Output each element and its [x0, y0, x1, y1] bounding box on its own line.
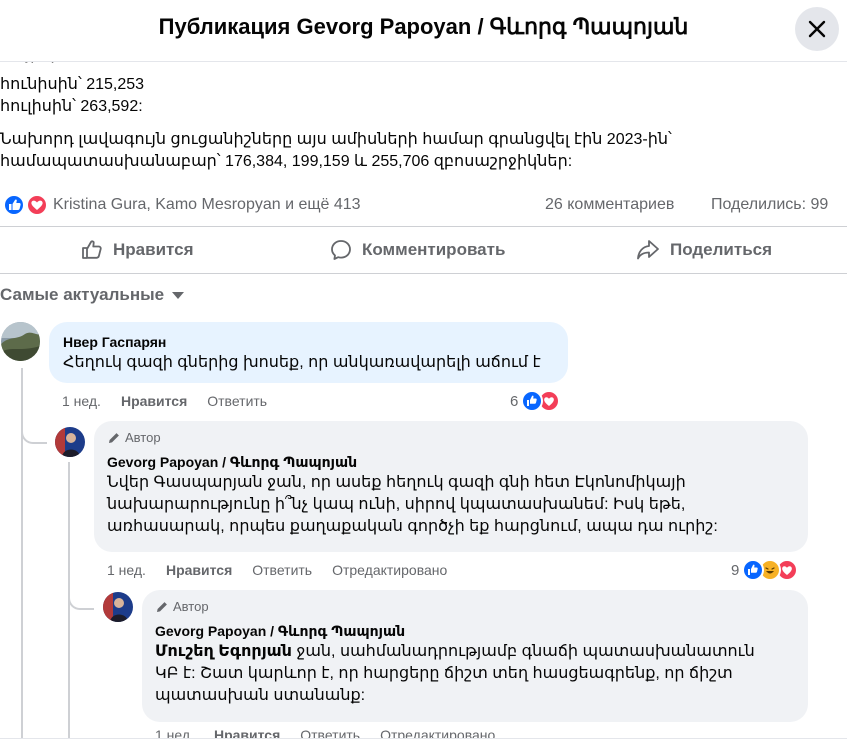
close-button[interactable] [795, 7, 839, 51]
comments-count-link[interactable]: 26 комментариев [545, 196, 674, 214]
thread-line [21, 414, 47, 444]
thread-line [68, 580, 94, 610]
comment-meta: 1 нед. Нравится Ответить Отредактировано [107, 562, 467, 578]
pencil-icon [109, 432, 119, 443]
chevron-down-icon [172, 291, 185, 299]
post-body: մայիսին՝ 193,651 հունիսին՝ 215,253 հուլի… [0, 56, 847, 173]
like-reaction-icon [742, 559, 765, 581]
like-icon [82, 240, 102, 259]
divider [0, 226, 847, 227]
sort-label: Самые актуальные [0, 285, 165, 304]
comment-text-line: պատասխան ստանանք: [155, 687, 366, 704]
mention-link[interactable]: Մուշեղ Եգորյան [155, 643, 292, 660]
like-button[interactable]: Нравится [80, 228, 194, 272]
shares-count-link[interactable]: Поделились: 99 [711, 196, 828, 214]
post-text-line: համապատասխանաբար՝ 176,384, 199,159 և 255… [0, 153, 573, 170]
share-button[interactable]: Поделиться [635, 228, 772, 272]
dialog-title: Публикация Gevorg Papoyan / Գևորգ Պապոյա… [158, 14, 689, 39]
comment-icon [331, 240, 351, 260]
reaction-count: 9 [731, 561, 740, 579]
comment-text-line: նախարարությունը ի՞նչ կապ ունի, սիրով կպա… [107, 496, 686, 513]
author-badge-label: Автор [173, 599, 209, 614]
dialog-header: Публикация Gevorg Papoyan / Գևորգ Պապոյա… [0, 0, 847, 62]
comment-text-line: ԿԲ է: Շատ կարևոր է, որ հարցերը ճիշտ տեղ … [155, 665, 733, 682]
comment-like-button[interactable]: Нравится [166, 562, 232, 578]
share-icon [637, 240, 659, 260]
comment-text-line: Մուշեղ Եգորյան ջան, սահմանադրությամբ գնա… [155, 641, 795, 663]
comment-text: Հեղուկ գազի գներից խոսեք, որ անկառավարել… [63, 354, 541, 371]
author-badge: Автор [107, 430, 795, 445]
comment-author[interactable]: Нвер Гаспарян [63, 334, 554, 350]
reactions-summary: Kristina Gura, Kamo Mesropyan и ещё 413 … [0, 193, 847, 217]
bottom-edge [0, 738, 847, 747]
divider [0, 273, 847, 274]
comment-label: Комментировать [362, 240, 506, 259]
pencil-icon [157, 601, 167, 612]
share-label: Поделиться [670, 240, 773, 259]
like-label: Нравится [113, 240, 194, 259]
comment-time[interactable]: 1 нед. [107, 562, 146, 578]
comment-bubble: Автор Gevorg Papoyan / Գևորգ Պապոյան Մու… [142, 590, 808, 722]
reaction-icons[interactable] [2, 194, 48, 216]
comment-author[interactable]: Gevorg Papoyan / Գևորգ Պապոյան [155, 623, 795, 640]
reactors-link[interactable]: Kristina Gura, Kamo Mesropyan и ещё 413 [53, 196, 361, 214]
comment-text-line: Նվեր Գասպարյան ջան, որ ասեք հեղուկ գազի … [107, 474, 686, 491]
author-avatar[interactable] [103, 592, 133, 622]
comment-meta: 1 нед. Нравится Ответить [62, 393, 287, 409]
author-badge-label: Автор [125, 430, 161, 445]
comment-reactions[interactable]: 6 [510, 390, 561, 412]
comment-reply-button[interactable]: Ответить [252, 562, 312, 578]
comment-reactions[interactable]: 9 [731, 559, 799, 581]
comment-text-fragment: ջան, սահմանադրությամբ գնաճի պատասխանատու… [291, 643, 755, 660]
reaction-count: 6 [510, 392, 519, 410]
author-avatar[interactable] [55, 427, 85, 457]
comment-text-line: առհասարակ, որպես քաղաքական գործչի եք հար… [107, 518, 718, 535]
close-icon [808, 20, 826, 38]
comment-bubble: Автор Gevorg Papoyan / Գևորգ Պապոյան Նվե… [94, 421, 808, 552]
comment-sort-dropdown[interactable]: Самые актуальные [0, 285, 185, 305]
post-actions: Нравится Комментировать Поделиться [0, 228, 847, 272]
comment-author[interactable]: Gevorg Papoyan / Գևորգ Պապոյան [107, 454, 795, 471]
post-text-line: Նախորդ լավագույն ցուցանիշները այս ամիսնե… [0, 131, 672, 148]
comment-time[interactable]: 1 нед. [62, 393, 101, 409]
edited-label[interactable]: Отредактировано [332, 562, 447, 578]
comment-bubble: Нвер Гаспарян Հեղուկ գազի գներից խոսեք, … [49, 322, 568, 383]
like-reaction-icon [521, 390, 544, 412]
author-badge: Автор [155, 599, 795, 614]
post-text-line: հունիսին՝ 215,253 [0, 76, 145, 93]
comment-button[interactable]: Комментировать [329, 228, 505, 272]
post-text-line: հուլիսին՝ 263,592: [0, 98, 143, 115]
comment-reply-button[interactable]: Ответить [207, 393, 267, 409]
comment-like-button[interactable]: Нравится [121, 393, 187, 409]
avatar[interactable] [1, 322, 40, 361]
